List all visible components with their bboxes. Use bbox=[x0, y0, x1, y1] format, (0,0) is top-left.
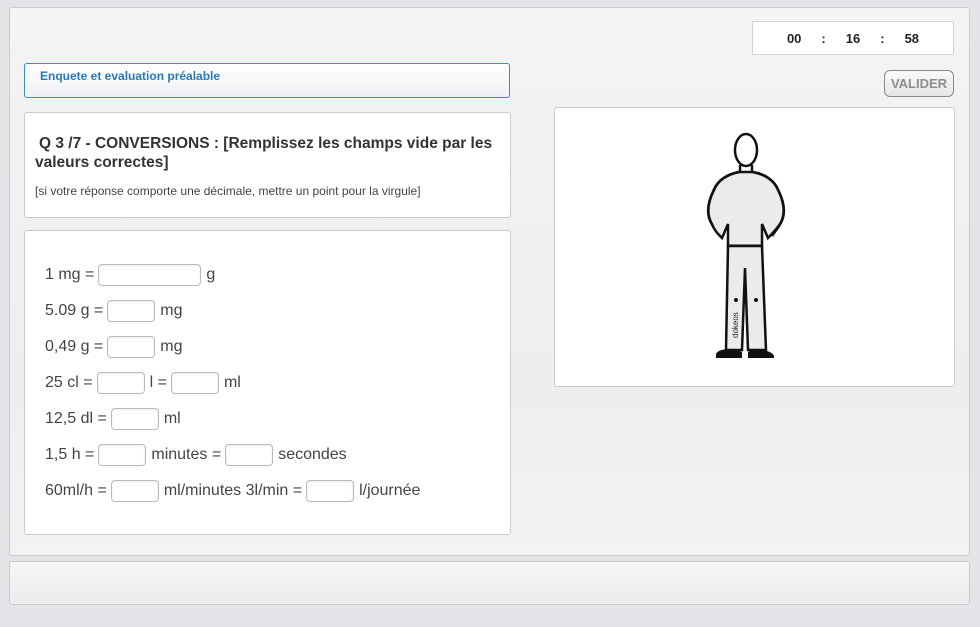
row-prefix: 5.09 g = bbox=[45, 302, 104, 319]
timer-minutes: 16 bbox=[845, 30, 861, 46]
question-note: [si votre réponse comporte une décimale,… bbox=[35, 184, 421, 198]
row-suffix: secondes bbox=[278, 446, 347, 463]
footer-panel bbox=[9, 561, 970, 605]
row-prefix: 1 mg = bbox=[45, 266, 95, 283]
timer-hours: 00 bbox=[786, 30, 802, 46]
row-prefix: 1,5 h = bbox=[45, 446, 95, 463]
answer-field[interactable] bbox=[170, 372, 219, 394]
row-prefix: 12,5 dl = bbox=[45, 410, 107, 427]
row-middle: l = bbox=[149, 374, 167, 391]
countdown-timer: 00 : 16 : 58 bbox=[752, 21, 954, 55]
row-suffix: ml bbox=[223, 374, 241, 391]
answer-field[interactable] bbox=[306, 480, 355, 502]
validate-button[interactable]: VALIDER bbox=[884, 70, 954, 97]
row-suffix: ml bbox=[163, 410, 181, 427]
question-box: Q 3 /7 - CONVERSIONS : [Remplissez les c… bbox=[24, 112, 511, 218]
answer-field[interactable] bbox=[107, 300, 156, 322]
row-prefix: 25 cl = bbox=[45, 374, 93, 391]
row-suffix: g bbox=[206, 266, 216, 283]
conversion-row: 25 cl = l = ml bbox=[45, 371, 245, 395]
answer-field[interactable] bbox=[110, 480, 159, 502]
standing-person-illustration: dokeos bbox=[706, 132, 786, 358]
row-middle: minutes = bbox=[151, 446, 222, 463]
timer-seconds: 58 bbox=[904, 30, 920, 46]
row-prefix: 0,49 g = bbox=[45, 338, 104, 355]
timer-separator: : bbox=[880, 30, 885, 46]
subject-label: Enquete et evaluation préalable bbox=[40, 69, 221, 83]
answer-field[interactable] bbox=[110, 408, 159, 430]
brand-watermark: dokeos bbox=[731, 312, 740, 338]
answer-field[interactable] bbox=[225, 444, 274, 466]
row-suffix: mg bbox=[160, 338, 183, 355]
conversion-row: 0,49 g = mg bbox=[45, 335, 187, 359]
illustration-box: dokeos bbox=[554, 107, 955, 387]
row-prefix: 60ml/h = bbox=[45, 482, 107, 499]
conversion-row: 60ml/h = ml/minutes 3l/min = l/journée bbox=[45, 479, 424, 503]
conversion-row: 12,5 dl = ml bbox=[45, 407, 185, 431]
conversion-row: 5.09 g = mg bbox=[45, 299, 187, 323]
answer-field[interactable] bbox=[98, 264, 202, 286]
answer-box: 1 mg = g 5.09 g = mg 0,49 g = mg 25 cl =… bbox=[24, 230, 511, 535]
answer-field[interactable] bbox=[98, 444, 147, 466]
timer-separator: : bbox=[821, 30, 826, 46]
row-suffix: mg bbox=[160, 302, 183, 319]
answer-field[interactable] bbox=[96, 372, 145, 394]
row-middle: ml/minutes 3l/min = bbox=[163, 482, 303, 499]
subject-tab[interactable]: Enquete et evaluation préalable bbox=[24, 63, 510, 98]
conversion-row: 1,5 h = minutes = secondes bbox=[45, 443, 351, 467]
conversion-row: 1 mg = g bbox=[45, 263, 219, 287]
question-title: Q 3 /7 - CONVERSIONS : [Remplissez les c… bbox=[35, 135, 493, 171]
answer-field[interactable] bbox=[107, 336, 156, 358]
row-suffix: l/journée bbox=[359, 482, 421, 499]
